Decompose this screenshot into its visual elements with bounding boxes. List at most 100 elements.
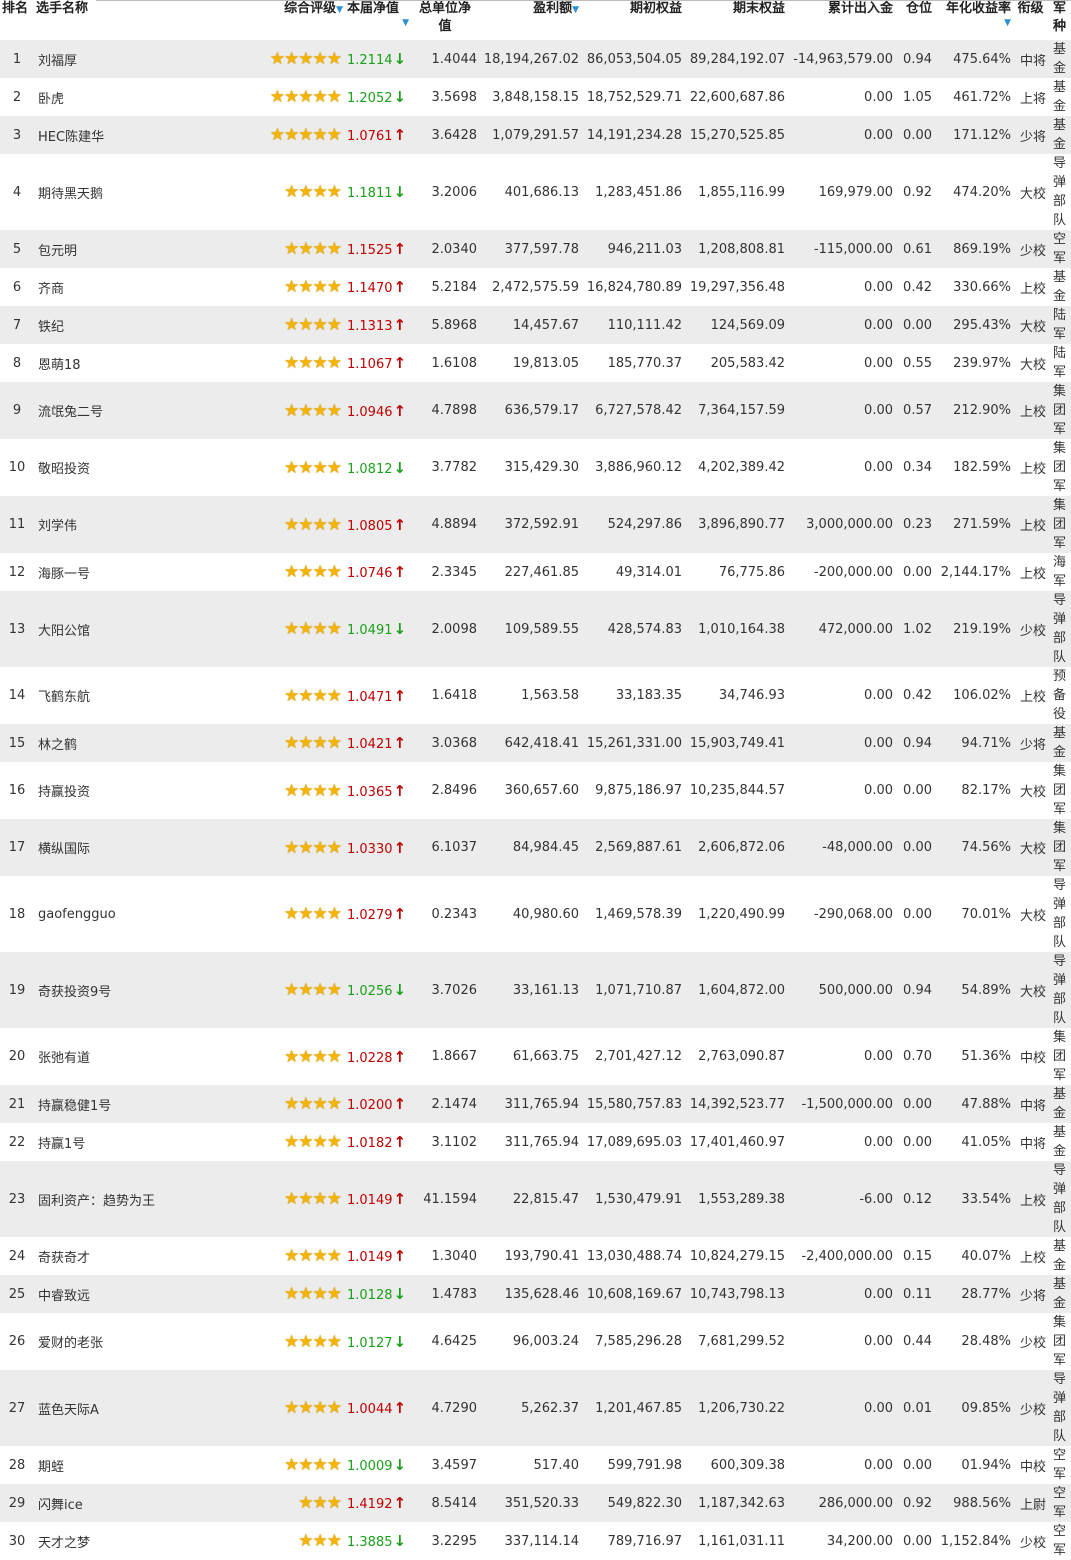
grade-cell: 上校 <box>1019 405 1046 420</box>
rank-cell: 14 <box>8 688 26 703</box>
army-cell: 陆军 <box>1052 346 1066 380</box>
header-name: 选手名称 <box>36 1 89 16</box>
nav-value: 1.0279 <box>347 908 393 923</box>
unit-nav-cell: 4.8894 <box>431 517 478 532</box>
star-icon: ★ <box>298 1398 313 1418</box>
star-icon: ★ <box>326 562 342 582</box>
header-profit[interactable]: 盈利额▼ <box>479 0 581 40</box>
player-name-link[interactable]: 张弛有道 <box>34 1028 222 1085</box>
grade-cell: 少将 <box>1019 129 1046 145</box>
arrow-down-icon: ↓ <box>393 620 407 638</box>
arrow-down-icon: ↓ <box>393 981 407 999</box>
net-flow-cell: 472,000.00 <box>818 621 893 637</box>
player-name-link[interactable]: 刘福厚 <box>34 40 222 78</box>
star-icon: ★ <box>284 315 299 335</box>
end-equity-cell: 1,161,031.11 <box>698 1533 785 1549</box>
table-row: 18 gaofengguo ★★★★ 1.0279↑ 0.2343 40,980.60 1,… <box>0 876 1071 952</box>
player-name-link[interactable]: 铁纪 <box>34 306 222 344</box>
star-icon: ★ <box>326 619 342 639</box>
net-flow-cell: -115,000.00 <box>813 241 893 257</box>
end-equity-cell: 1,206,730.22 <box>698 1400 785 1416</box>
rating-cell: ★★★★ <box>222 1313 345 1370</box>
start-equity-cell: 946,211.03 <box>607 241 682 257</box>
player-name-link[interactable]: 林之鹤 <box>34 724 222 762</box>
start-equity-cell: 428,574.83 <box>607 621 682 637</box>
nav-cell: 1.0149↑ <box>345 1161 411 1237</box>
table-row: 26 爱财的老张 ★★★★ 1.0127↓ 4.6425 96,003.24 7,585,2… <box>0 1313 1071 1370</box>
end-equity-cell: 15,270,525.85 <box>689 127 785 143</box>
grade-cell: 上校 <box>1019 690 1046 705</box>
player-name-link[interactable]: 大阳公馆 <box>34 591 222 667</box>
star-icon: ★ <box>284 182 299 202</box>
player-name-link[interactable]: 蓝色天际A <box>34 1370 222 1446</box>
rank-cell: 15 <box>8 735 26 751</box>
table-header: 排名 选手名称 综合评级▼ 本届净值 ▼ 总单位净值 盈利额▼ 期初权益 期末权益… <box>0 0 1071 40</box>
start-equity-cell: 18,752,529.71 <box>586 89 682 105</box>
header-rating[interactable]: 综合评级▼ <box>222 0 345 40</box>
player-name-link[interactable]: 持赢稳健1号 <box>34 1085 222 1123</box>
player-name-link[interactable]: 期蛭 <box>34 1446 222 1484</box>
nav-cell: 1.2052↓ <box>345 78 411 116</box>
player-name-link[interactable]: 奇获奇才 <box>34 1237 222 1275</box>
net-flow-cell: 3,000,000.00 <box>806 517 893 532</box>
star-icon: ★ <box>312 315 328 335</box>
star-icon: ★ <box>326 733 342 753</box>
annual-return-cell: 1,152.84% <box>940 1533 1011 1549</box>
army-cell: 导弹部队 <box>1052 1163 1066 1235</box>
player-name-link[interactable]: 刘学伟 <box>34 496 222 553</box>
player-name-link[interactable]: 爱财的老张 <box>34 1313 222 1370</box>
nav-value: 1.0200 <box>347 1098 393 1113</box>
player-name-link[interactable]: 卧虎 <box>34 78 222 116</box>
player-name-link[interactable]: 奇获投资9号 <box>34 952 222 1028</box>
player-name-link[interactable]: 流氓兔二号 <box>34 382 222 439</box>
player-name-link[interactable]: 闪舞ice <box>34 1484 222 1522</box>
start-equity-cell: 524,297.86 <box>607 517 682 532</box>
rank-cell: 13 <box>8 621 26 637</box>
star-icon: ★ <box>326 400 342 421</box>
nav-value: 1.4192 <box>347 1497 393 1512</box>
table-row: 15 林之鹤 ★★★★ 1.0421↑ 3.0368 642,418.41 15,261,3… <box>0 724 1071 762</box>
player-name-link[interactable]: 飞鹤东航 <box>34 667 222 724</box>
net-flow-cell: -14,963,579.00 <box>793 51 893 67</box>
player-name-link[interactable]: 齐商 <box>34 268 222 306</box>
player-name-link[interactable]: 固利资产：趋势为王 <box>34 1161 222 1237</box>
player-name-link[interactable]: 包元明 <box>34 230 222 268</box>
player-name-link[interactable]: 敬昭投资 <box>34 439 222 496</box>
position-cell: 0.15 <box>903 1248 932 1264</box>
player-name-link[interactable]: 海豚一号 <box>34 553 222 591</box>
player-name-link[interactable]: 期待黑天鹅 <box>34 154 222 230</box>
end-equity-cell: 22,600,687.86 <box>689 89 785 105</box>
player-name-link[interactable]: gaofengguo <box>34 876 222 952</box>
star-icon: ★ <box>326 1094 342 1114</box>
table-row: 27 蓝色天际A ★★★★ 1.0044↑ 4.7290 5,262.37 1,201,46… <box>0 1370 1071 1446</box>
profit-cell: 109,589.55 <box>504 621 579 637</box>
player-name-link[interactable]: 恩萌18 <box>34 344 222 382</box>
header-nav[interactable]: 本届净值 ▼ <box>345 0 411 40</box>
army-cell: 集团军 <box>1052 1315 1066 1368</box>
end-equity-cell: 1,208,808.81 <box>698 241 785 257</box>
player-name-link[interactable]: 持赢1号 <box>34 1123 222 1161</box>
annual-return-cell: 74.56% <box>961 840 1011 855</box>
header-rating-label: 综合评级 <box>284 1 337 16</box>
header-annual-return[interactable]: 年化收益率 ▼ <box>934 0 1013 40</box>
profit-cell: 2,472,575.59 <box>492 279 579 295</box>
start-equity-cell: 15,261,331.00 <box>586 735 682 751</box>
annual-return-cell: 171.12% <box>953 127 1011 143</box>
rating-cell: ★★★★ <box>222 382 345 439</box>
sort-arrow-icon: ▼ <box>402 18 409 28</box>
rating-cell: ★★★ <box>222 1522 345 1560</box>
unit-nav-cell: 1.8667 <box>431 1049 478 1064</box>
star-icon: ★ <box>312 780 328 801</box>
player-name-link[interactable]: 中睿致远 <box>34 1275 222 1313</box>
start-equity-cell: 2,701,427.12 <box>595 1049 682 1064</box>
player-name-link[interactable]: HEC陈建华 <box>34 116 222 154</box>
table-row: 11 刘学伟 ★★★★ 1.0805↑ 4.8894 372,592.91 524,297.… <box>0 496 1071 553</box>
army-cell: 基金 <box>1052 270 1066 304</box>
player-name-link[interactable]: 天才之梦 <box>34 1522 222 1560</box>
annual-return-cell: 70.01% <box>961 906 1011 922</box>
star-icon: ★ <box>284 1331 299 1352</box>
player-name-link[interactable]: 横纵国际 <box>34 819 222 876</box>
grade-cell: 上校 <box>1019 1193 1046 1209</box>
army-cell: 基金 <box>1052 118 1066 152</box>
player-name-link[interactable]: 持赢投资 <box>34 762 222 819</box>
